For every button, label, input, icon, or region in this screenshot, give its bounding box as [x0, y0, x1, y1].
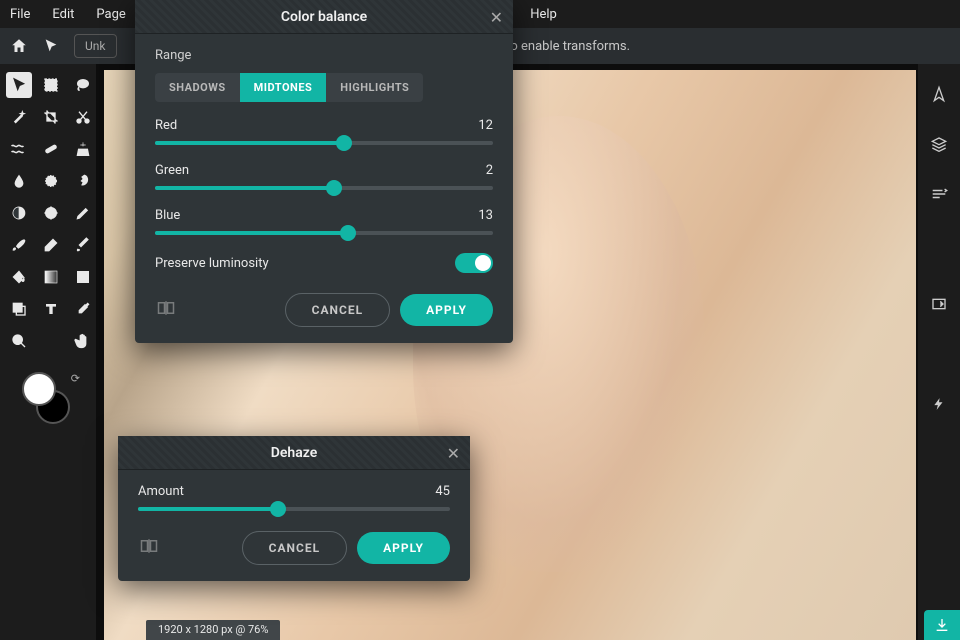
- sponge-tool[interactable]: [38, 200, 64, 226]
- green-slider-row: Green 2: [155, 163, 493, 190]
- cursor-icon[interactable]: [42, 37, 60, 55]
- quick-icon[interactable]: [929, 394, 949, 414]
- text-tool[interactable]: [38, 296, 64, 322]
- cut-tool[interactable]: [70, 104, 96, 130]
- compare-icon[interactable]: [155, 299, 177, 321]
- red-value: 12: [478, 118, 493, 133]
- dialog-title: Dehaze: [271, 445, 318, 461]
- status-bar: 1920 x 1280 px @ 76%: [146, 620, 280, 640]
- red-slider[interactable]: [155, 141, 493, 145]
- crop-tool[interactable]: [38, 104, 64, 130]
- gradient-tool[interactable]: [38, 264, 64, 290]
- red-label: Red: [155, 118, 177, 133]
- amount-value: 45: [435, 484, 450, 499]
- range-shadows[interactable]: SHADOWS: [155, 73, 240, 102]
- sharpen-tool[interactable]: [38, 168, 64, 194]
- preview-icon[interactable]: [929, 294, 949, 314]
- amount-slider-row: Amount 45: [138, 484, 450, 511]
- right-panel-strip: [918, 64, 960, 640]
- color-swatches[interactable]: ⟳: [18, 372, 78, 432]
- marquee-tool[interactable]: [38, 72, 64, 98]
- blue-value: 13: [478, 208, 493, 223]
- lasso-tool[interactable]: [70, 72, 96, 98]
- blur-tool[interactable]: [6, 168, 32, 194]
- navigator-icon[interactable]: [929, 84, 949, 104]
- dodge-tool[interactable]: [6, 200, 32, 226]
- close-icon[interactable]: ✕: [447, 444, 460, 463]
- hand-tool[interactable]: [70, 328, 96, 354]
- replace-tool[interactable]: [70, 232, 96, 258]
- dialog-title: Color balance: [281, 9, 367, 25]
- smudge-tool[interactable]: [70, 168, 96, 194]
- blue-slider[interactable]: [155, 231, 493, 235]
- frame-tool[interactable]: [6, 296, 32, 322]
- green-value: 2: [486, 163, 493, 178]
- history-icon[interactable]: [929, 184, 949, 204]
- fill-tool[interactable]: [6, 264, 32, 290]
- amount-label: Amount: [138, 484, 184, 499]
- range-highlights[interactable]: HIGHLIGHTS: [326, 73, 423, 102]
- amount-slider[interactable]: [138, 507, 450, 511]
- range-midtones[interactable]: MIDTONES: [240, 73, 327, 102]
- foreground-swatch[interactable]: [22, 372, 56, 406]
- color-balance-dialog: Color balance ✕ Range SHADOWS MIDTONES H…: [135, 0, 513, 343]
- pen-tool[interactable]: [70, 200, 96, 226]
- eyedropper-tool[interactable]: [70, 296, 96, 322]
- shape-tool[interactable]: [70, 264, 96, 290]
- zoom-tool[interactable]: [6, 328, 32, 354]
- preserve-luminosity-label: Preserve luminosity: [155, 256, 269, 271]
- liquify-tool[interactable]: [6, 136, 32, 162]
- move-tool[interactable]: [6, 72, 32, 98]
- options-field[interactable]: Unk: [74, 34, 117, 58]
- menu-edit[interactable]: Edit: [52, 7, 74, 22]
- wand-tool[interactable]: [6, 104, 32, 130]
- preserve-luminosity-toggle[interactable]: [455, 253, 493, 273]
- layers-icon[interactable]: [929, 134, 949, 154]
- range-segmented: SHADOWS MIDTONES HIGHLIGHTS: [155, 73, 493, 102]
- red-slider-row: Red 12: [155, 118, 493, 145]
- menu-help[interactable]: Help: [530, 7, 557, 22]
- dialog-titlebar[interactable]: Color balance ✕: [135, 0, 513, 34]
- green-slider[interactable]: [155, 186, 493, 190]
- blue-slider-row: Blue 13: [155, 208, 493, 235]
- close-icon[interactable]: ✕: [490, 8, 503, 27]
- menu-page[interactable]: Page: [96, 7, 125, 22]
- swap-colors-icon[interactable]: ⟳: [71, 372, 80, 385]
- eraser-tool[interactable]: [38, 232, 64, 258]
- dehaze-dialog: Dehaze ✕ Amount 45 CANCEL APPLY: [118, 436, 470, 581]
- brush-tool[interactable]: [6, 232, 32, 258]
- apply-button[interactable]: APPLY: [400, 294, 493, 326]
- apply-button[interactable]: APPLY: [357, 532, 450, 564]
- cancel-button[interactable]: CANCEL: [242, 531, 347, 565]
- dialog-titlebar[interactable]: Dehaze ✕: [118, 436, 470, 470]
- tool-panel: ⟳: [0, 64, 96, 640]
- cancel-button[interactable]: CANCEL: [285, 293, 390, 327]
- menu-file[interactable]: File: [10, 7, 30, 22]
- green-label: Green: [155, 163, 189, 178]
- blue-label: Blue: [155, 208, 180, 223]
- home-icon[interactable]: [10, 37, 28, 55]
- clone-tool[interactable]: [70, 136, 96, 162]
- options-hint: to enable transforms.: [506, 39, 630, 54]
- compare-icon[interactable]: [138, 537, 160, 559]
- download-button[interactable]: [924, 610, 960, 640]
- range-label: Range: [155, 48, 493, 63]
- heal-tool[interactable]: [38, 136, 64, 162]
